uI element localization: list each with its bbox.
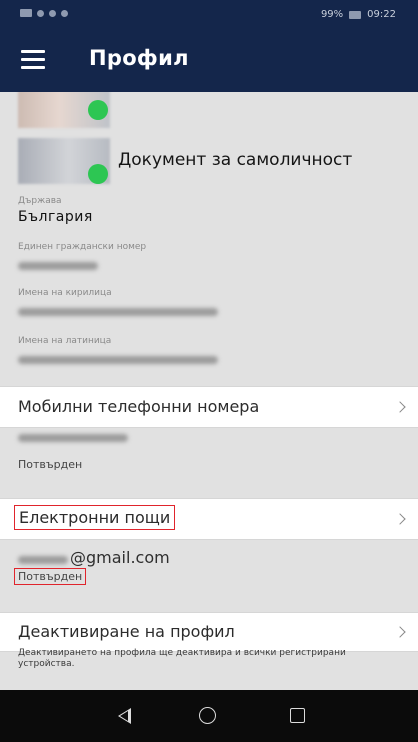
- email-domain: @gmail.com: [70, 548, 170, 567]
- sim-icon: [20, 9, 32, 17]
- wifi-icon: [37, 9, 44, 17]
- id-document-label: Документ за самоличност: [118, 150, 353, 170]
- signal-icon: [49, 9, 56, 17]
- clock: 09:22: [367, 9, 396, 20]
- battery-icon: [349, 10, 362, 19]
- latin-names-value-redacted: [18, 356, 218, 364]
- email-status: Потвърден: [14, 568, 87, 585]
- country-value: България: [18, 209, 93, 225]
- country-label: Държава: [18, 196, 62, 206]
- email-entry: @gmail.com Потвърден: [0, 540, 418, 610]
- cyrillic-names-value-redacted: [18, 308, 218, 316]
- latin-names-field: Имена на латиница: [18, 336, 218, 364]
- cyrillic-names-label: Имена на кирилица: [18, 288, 112, 298]
- emails-title: Електронни пощи: [14, 505, 176, 530]
- hamburger-menu-icon[interactable]: [21, 50, 45, 70]
- phone-status: Потвърден: [18, 458, 83, 471]
- latin-names-label: Имена на латиница: [18, 336, 112, 346]
- egn-field: Единен граждански номер: [18, 242, 146, 270]
- battery-percent: 99%: [320, 9, 344, 20]
- check-icon: [88, 100, 108, 120]
- country-field: Държава България: [18, 196, 93, 225]
- phone-numbers-title: Мобилни телефонни номера: [18, 397, 260, 416]
- email-user-redacted: [18, 556, 68, 564]
- recent-apps-icon[interactable]: [290, 708, 305, 723]
- page-title: Профил: [89, 46, 189, 70]
- deactivate-profile-title: Деактивиране на профил: [18, 622, 235, 641]
- egn-value-redacted: [18, 262, 98, 270]
- chevron-right-icon: [394, 626, 406, 638]
- notification-icon: [61, 9, 68, 17]
- home-icon[interactable]: [199, 707, 216, 724]
- phone-entry: Потвърден: [0, 428, 418, 496]
- emails-row[interactable]: Електронни пощи: [0, 498, 418, 540]
- back-icon[interactable]: [118, 708, 131, 724]
- deactivate-profile-row[interactable]: Деактивиране на профил: [0, 612, 418, 652]
- app-bar: Профил: [0, 30, 418, 92]
- phone-numbers-row[interactable]: Мобилни телефонни номера: [0, 386, 418, 428]
- egn-label: Единен граждански номер: [18, 242, 147, 252]
- chevron-right-icon: [394, 513, 406, 525]
- status-bar: 99% 09:22: [0, 0, 418, 30]
- check-icon: [88, 164, 108, 184]
- deactivate-note: Деактивирането на профила ще деактивира …: [18, 648, 346, 669]
- profile-content: Документ за самоличност Държава България…: [0, 92, 418, 690]
- android-nav-bar: [0, 690, 418, 742]
- cyrillic-names-field: Имена на кирилица: [18, 288, 218, 316]
- chevron-right-icon: [394, 401, 406, 413]
- phone-value-redacted: [18, 434, 128, 442]
